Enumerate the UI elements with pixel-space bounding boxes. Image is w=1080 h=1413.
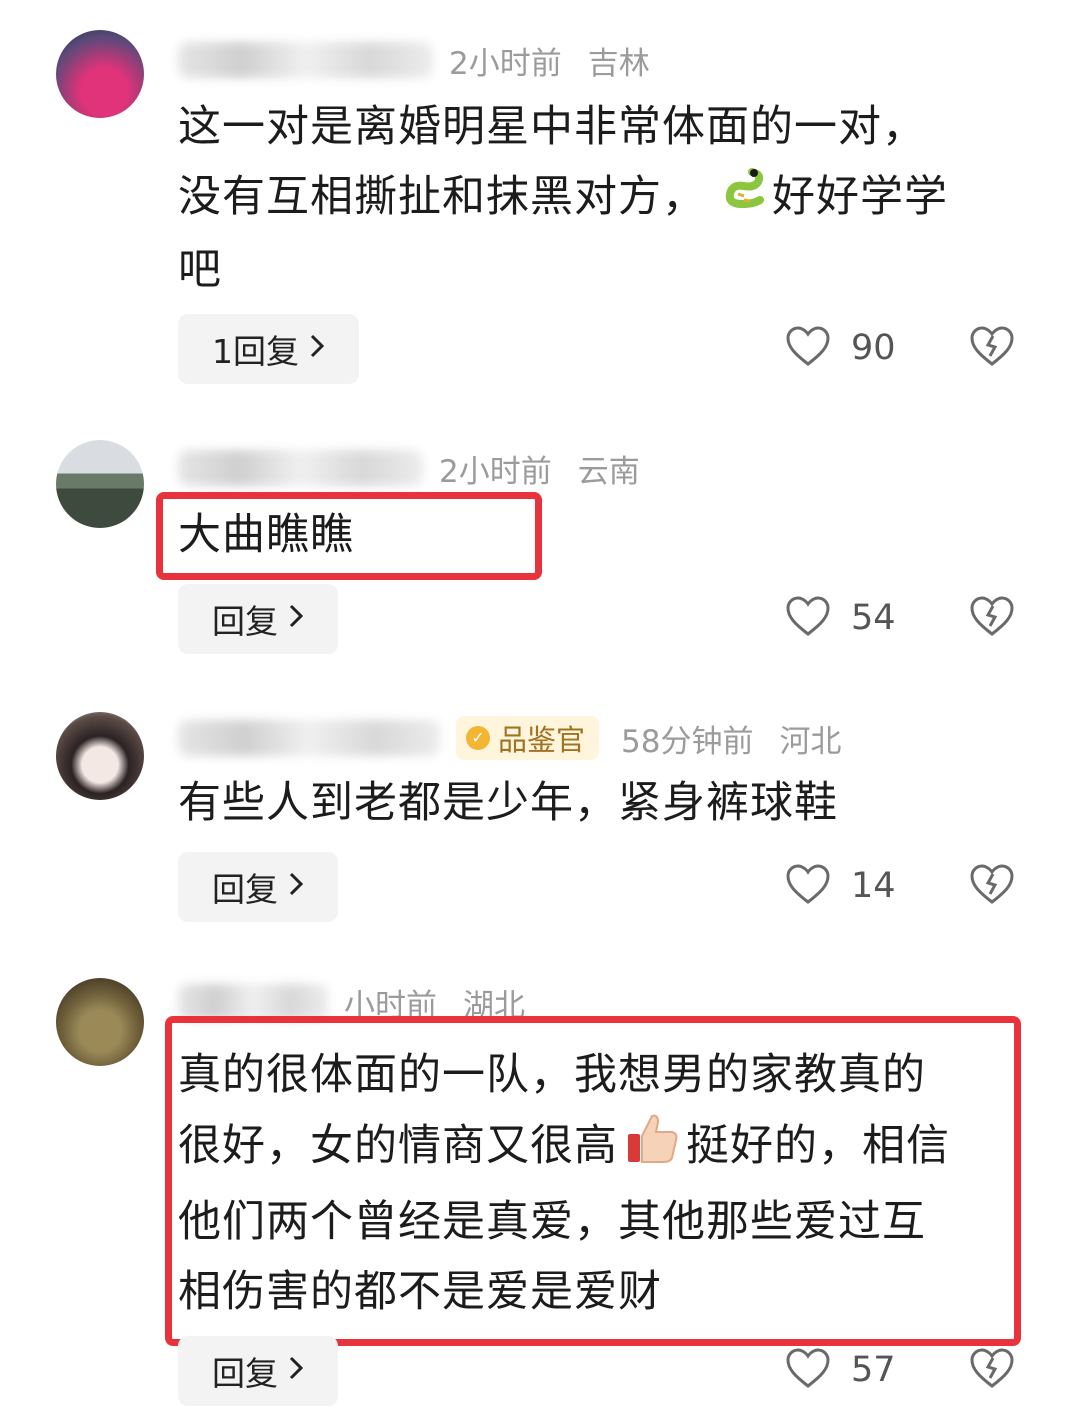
dislike-button[interactable] [968, 1335, 1016, 1405]
like-button[interactable]: 90 [785, 313, 896, 383]
dislike-button[interactable] [968, 313, 1016, 383]
like-count: 57 [851, 1350, 896, 1390]
heart-outline-icon [785, 325, 831, 371]
avatar[interactable] [56, 30, 144, 118]
like-button[interactable]: 57 [785, 1335, 896, 1405]
comment-text-line: 没有互相撕扯和抹黑对方， 好好学学 [178, 162, 1018, 235]
reply-button[interactable]: 1回复 [178, 314, 359, 384]
highlight-box [156, 492, 542, 580]
reply-label: 回复 [212, 870, 278, 909]
comment-time: 2小时前 [449, 45, 562, 82]
comment-time: 58分钟前 [621, 723, 754, 760]
broken-heart-icon [968, 594, 1016, 642]
comment-text: 这一对是离婚明星中非常体面的一对， 没有互相撕扯和抹黑对方， 好好学学 吧 [178, 92, 1018, 305]
like-count: 14 [851, 866, 896, 906]
like-count: 54 [851, 598, 896, 638]
like-count: 90 [851, 328, 896, 368]
reply-button[interactable]: 回复 [178, 584, 338, 654]
comment-location: 云南 [577, 453, 640, 490]
chevron-right-icon [309, 332, 325, 367]
like-button[interactable]: 54 [785, 583, 896, 653]
dislike-button[interactable] [968, 583, 1016, 653]
comment-text-line: 吧 [178, 245, 222, 295]
reply-button[interactable]: 回复 [178, 852, 338, 922]
broken-heart-icon [968, 1346, 1016, 1394]
heart-outline-icon [785, 863, 831, 909]
avatar[interactable] [56, 712, 144, 800]
like-button[interactable]: 14 [785, 851, 896, 921]
comment-text: 有些人到老都是少年，紧身裤球鞋 [178, 778, 838, 828]
comment-location: 河北 [779, 723, 842, 760]
dislike-button[interactable] [968, 851, 1016, 921]
badge-label: 品鉴官 [498, 723, 586, 757]
status-badge[interactable]: ✓ 品鉴官 [456, 716, 600, 760]
comment-text-segment: 没有互相撕扯和抹黑对方， [178, 172, 706, 222]
chevron-right-icon [288, 1354, 304, 1389]
avatar[interactable] [56, 978, 144, 1066]
reply-label: 回复 [212, 1354, 278, 1393]
avatar[interactable] [56, 440, 144, 528]
username-blurred[interactable] [178, 720, 440, 756]
comment-location: 吉林 [587, 45, 650, 82]
broken-heart-icon [968, 862, 1016, 910]
comment-time: 2小时前 [439, 453, 552, 490]
username-blurred[interactable] [178, 984, 328, 1020]
chevron-right-icon [288, 870, 304, 905]
heart-outline-icon [785, 595, 831, 641]
reply-label: 回复 [212, 602, 278, 641]
reply-button[interactable]: 回复 [178, 1336, 338, 1406]
username-blurred[interactable] [178, 42, 433, 78]
comment-text-line: 这一对是离婚明星中非常体面的一对， [178, 102, 926, 152]
snake-emoji [718, 164, 768, 235]
check-badge-icon: ✓ [466, 726, 490, 750]
chevron-right-icon [288, 602, 304, 637]
reply-label: 1回复 [212, 332, 299, 371]
heart-outline-icon [785, 1347, 831, 1393]
broken-heart-icon [968, 324, 1016, 372]
comment-text-segment: 好好学学 [772, 172, 948, 222]
highlight-box [165, 1016, 1021, 1346]
username-blurred[interactable] [178, 450, 423, 486]
